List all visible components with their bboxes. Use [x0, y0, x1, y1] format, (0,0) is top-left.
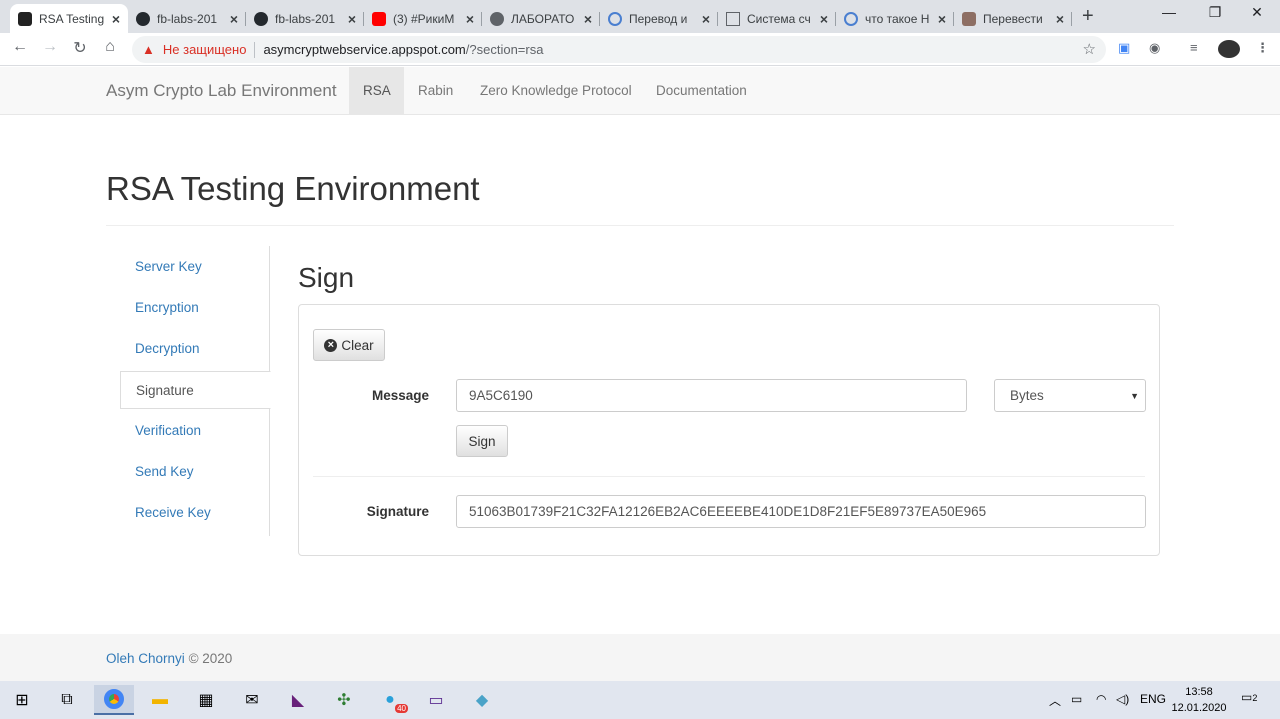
menu-icon[interactable]: ⋮: [1256, 40, 1269, 56]
footer-text: Oleh Chornyi © 2020: [106, 651, 233, 666]
close-icon[interactable]: ×: [938, 11, 946, 27]
network-icon: [608, 11, 622, 26]
github-icon: [136, 11, 150, 26]
close-icon[interactable]: ×: [112, 11, 120, 27]
battery-icon[interactable]: ▭: [1071, 692, 1082, 706]
tab-perevod[interactable]: Перевод и ×: [600, 4, 718, 33]
clock[interactable]: 13:58 12.01.2020: [1170, 684, 1228, 716]
github-icon: [254, 11, 268, 26]
bookmark-star-icon[interactable]: ☆: [1083, 40, 1096, 58]
notification-icon[interactable]: ▭2: [1241, 690, 1257, 704]
windows-start-icon[interactable]: ⊞: [2, 685, 42, 715]
telegram-icon[interactable]: ● 40: [370, 685, 410, 715]
tab-fb-labs-2[interactable]: fb-labs-201 ×: [246, 4, 364, 33]
store-icon[interactable]: ▦: [186, 685, 226, 715]
task-view-icon[interactable]: ⧉: [47, 685, 87, 715]
nav-rabin[interactable]: Rabin: [404, 67, 467, 114]
profile-avatar[interactable]: [1218, 40, 1240, 58]
chevron-up-icon[interactable]: ︿: [1049, 692, 1061, 709]
close-window-button[interactable]: ✕: [1234, 4, 1280, 21]
close-icon[interactable]: ×: [466, 11, 474, 27]
sidebar-item-verification[interactable]: Verification: [120, 412, 270, 450]
youtube-icon: [372, 11, 386, 26]
chevron-down-icon: ▼: [1130, 391, 1139, 401]
message-label: Message: [371, 388, 429, 403]
windows-taskbar: ⊞ ⧉ ▬ ▦ ✉ ◣ ✣ ● 40 ▭ ◆ ︿ ▭ ◠ ◁) ENG 13:58…: [0, 681, 1280, 719]
author-link[interactable]: Oleh Chornyi: [106, 651, 185, 666]
site-navbar: Asym Crypto Lab Environment RSA Rabin Ze…: [0, 67, 1280, 115]
sign-panel: × Clear Message 9A5C6190 Bytes ▼ Sign Si…: [298, 304, 1160, 556]
visual-studio-icon[interactable]: ◣: [278, 685, 318, 715]
message-input[interactable]: 9A5C6190: [456, 379, 967, 412]
home-icon[interactable]: ⌂: [99, 38, 121, 56]
maximize-button[interactable]: ❐: [1192, 4, 1238, 21]
url-host: asymcryptwebservice.appspot.com: [263, 42, 466, 57]
close-icon[interactable]: ×: [820, 11, 828, 27]
signature-label: Signature: [366, 504, 429, 519]
brand[interactable]: Asym Crypto Lab Environment: [106, 81, 337, 101]
address-bar[interactable]: ▲ Не защищено asymcryptwebservice.appspo…: [132, 36, 1106, 63]
eye-extension-icon[interactable]: ◉: [1149, 40, 1160, 56]
security-status[interactable]: Не защищено: [163, 42, 247, 57]
app2-icon[interactable]: ◆: [462, 685, 502, 715]
translate-extension-icon[interactable]: ▣: [1118, 40, 1130, 56]
sidebar-item-encryption[interactable]: Encryption: [120, 289, 270, 327]
mail-icon[interactable]: ✉: [232, 685, 272, 715]
sign-button[interactable]: Sign: [456, 425, 508, 457]
close-icon[interactable]: ×: [1056, 11, 1064, 27]
nav-rsa[interactable]: RSA: [349, 67, 404, 114]
section-title: Sign: [298, 262, 355, 293]
sidebar-item-decryption[interactable]: Decryption: [120, 330, 270, 368]
new-tab-button[interactable]: +: [1082, 5, 1094, 28]
tab-chto-takoe[interactable]: что такое Н ×: [836, 4, 954, 33]
nav-documentation[interactable]: Documentation: [642, 67, 761, 114]
page-icon: [726, 11, 740, 26]
signature-output[interactable]: 51063B01739F21C32FA12126EB2AC6EEEEBE410D…: [456, 495, 1146, 528]
reading-list-icon[interactable]: ≡: [1190, 40, 1198, 55]
sidebar-item-server-key[interactable]: Server Key: [120, 248, 270, 286]
language-indicator[interactable]: ENG: [1140, 692, 1166, 706]
sidebar-nav: Server Key Encryption Decryption Signatu…: [120, 246, 271, 536]
site-icon: [18, 11, 32, 26]
wifi-icon[interactable]: ◠: [1096, 692, 1106, 706]
close-icon[interactable]: ×: [230, 11, 238, 27]
network-icon: [844, 11, 858, 26]
browser-toolbar: ← → ↻ ⌂ ▲ Не защищено asymcryptwebservic…: [0, 33, 1280, 66]
file-explorer-icon[interactable]: ▬: [140, 685, 180, 715]
close-icon[interactable]: ×: [348, 11, 356, 27]
clear-icon: ×: [324, 338, 338, 352]
warning-icon: ▲: [142, 42, 155, 57]
app-icon[interactable]: ✣: [324, 685, 364, 715]
reload-icon[interactable]: ↻: [69, 38, 91, 58]
forward-icon[interactable]: →: [39, 38, 61, 56]
tab-fb-labs-1[interactable]: fb-labs-201 ×: [128, 4, 246, 33]
url-path: /?section=rsa: [465, 42, 544, 57]
tab-sistema[interactable]: Система сч ×: [718, 4, 836, 33]
sidebar-item-send-key[interactable]: Send Key: [120, 453, 270, 491]
sidebar-item-receive-key[interactable]: Receive Key: [120, 494, 270, 532]
browser-tab-strip: RSA Testing × fb-labs-201 × fb-labs-201 …: [0, 0, 1280, 33]
form-divider: [313, 476, 1145, 477]
nav-zero-knowledge[interactable]: Zero Knowledge Protocol: [466, 67, 646, 114]
globe-icon: [490, 11, 504, 26]
format-select[interactable]: Bytes ▼: [994, 379, 1146, 412]
translate-icon: [962, 11, 976, 26]
footer: Oleh Chornyi © 2020: [0, 634, 1280, 681]
back-icon[interactable]: ←: [9, 38, 31, 56]
volume-icon[interactable]: ◁): [1116, 692, 1129, 706]
tab-youtube[interactable]: (3) #РикиМ ×: [364, 4, 482, 33]
minimize-button[interactable]: —: [1146, 4, 1192, 20]
tab-perevesti[interactable]: Перевести ×: [954, 4, 1072, 33]
tab-rsa-testing[interactable]: RSA Testing ×: [10, 4, 128, 33]
terminal-icon[interactable]: ▭: [416, 685, 456, 715]
chrome-icon[interactable]: [94, 685, 134, 715]
clear-button[interactable]: × Clear: [313, 329, 385, 361]
close-icon[interactable]: ×: [584, 11, 592, 27]
page-title: RSA Testing Environment: [106, 170, 480, 207]
tab-laboratory[interactable]: ЛАБОРАТО ×: [482, 4, 600, 33]
close-icon[interactable]: ×: [702, 11, 710, 27]
title-divider: [106, 225, 1174, 226]
sidebar-item-signature[interactable]: Signature: [120, 371, 271, 409]
